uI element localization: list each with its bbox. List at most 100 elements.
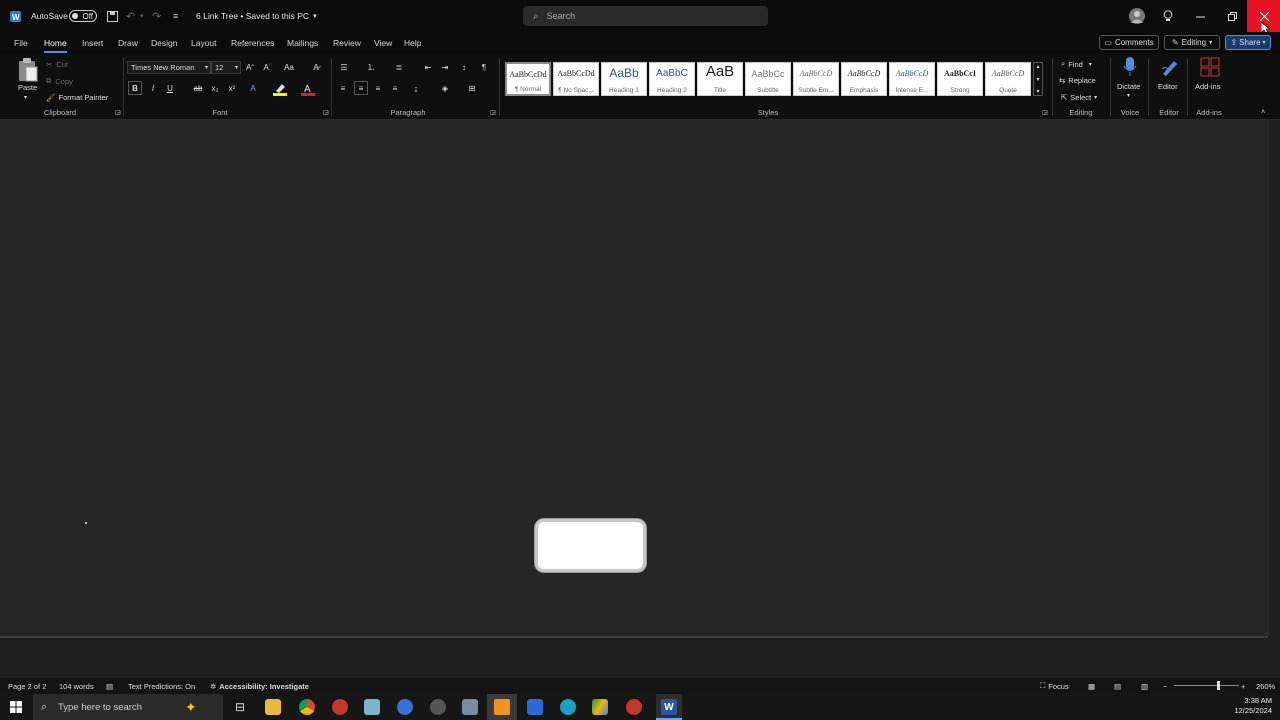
word-taskbar-button[interactable]: W bbox=[656, 694, 682, 720]
align-left-icon[interactable]: ≡ bbox=[336, 81, 350, 95]
grow-font-icon[interactable]: A ^ bbox=[243, 60, 257, 74]
windows-start-icon[interactable] bbox=[10, 701, 22, 713]
addins-button[interactable]: Add-ins bbox=[1195, 81, 1220, 91]
align-right-icon[interactable]: ≡ bbox=[371, 81, 385, 95]
show-formatting-icon[interactable]: ¶ bbox=[477, 60, 491, 74]
tab-review[interactable]: Review bbox=[333, 32, 361, 54]
taskbar-search[interactable]: ⌕ Type here to search ✦ bbox=[33, 694, 223, 720]
chrome-icon[interactable] bbox=[299, 699, 315, 715]
customize-toolbar-icon[interactable]: ≡ bbox=[173, 0, 178, 32]
paragraph-launcher-icon[interactable]: ◲ bbox=[486, 105, 500, 119]
bold-button[interactable]: B bbox=[128, 81, 142, 95]
font-size-select[interactable]: 12 ▾ bbox=[211, 61, 241, 74]
style-heading-1[interactable]: AaBb Heading 1 bbox=[601, 62, 647, 96]
app-icon-red-2[interactable] bbox=[626, 699, 642, 715]
bullets-icon[interactable]: ☰ bbox=[337, 60, 351, 74]
editor-pen-icon[interactable] bbox=[1160, 57, 1180, 77]
google-drive-icon[interactable] bbox=[592, 699, 608, 715]
web-layout-icon[interactable]: ▥ bbox=[1141, 678, 1148, 694]
avatar[interactable] bbox=[1129, 0, 1145, 32]
chevron-down-icon[interactable]: ▾ bbox=[24, 94, 27, 101]
search-box[interactable]: ⌕ Search bbox=[523, 6, 768, 26]
style-subtle-emphasis[interactable]: AaBbCcD Subtle Em... bbox=[793, 62, 839, 96]
style-title[interactable]: AaB Title bbox=[697, 62, 743, 96]
sort-icon[interactable]: ↕ bbox=[457, 60, 471, 74]
select-button[interactable]: ⇱ Select ▾ bbox=[1061, 91, 1097, 103]
restore-button[interactable] bbox=[1215, 0, 1249, 32]
print-layout-icon[interactable]: ▤ bbox=[1114, 678, 1121, 694]
subscript-button[interactable]: x₂ bbox=[208, 81, 222, 95]
taskbar-active-app[interactable] bbox=[487, 694, 517, 720]
align-center-icon[interactable]: ≡ bbox=[354, 81, 368, 95]
tab-layout[interactable]: Layout bbox=[191, 32, 217, 54]
copy-button[interactable]: ⧉ Copy bbox=[46, 76, 73, 86]
style-heading-2[interactable]: AaBbC Heading 2 bbox=[649, 62, 695, 96]
shading-icon[interactable]: ◈ bbox=[438, 81, 452, 95]
app-icon-blue[interactable] bbox=[397, 699, 413, 715]
borders-icon[interactable]: ⊞ bbox=[465, 81, 479, 95]
styles-launcher-icon[interactable]: ◲ bbox=[1038, 105, 1052, 119]
format-painter-button[interactable]: 🖌 Format Painter bbox=[46, 92, 108, 102]
task-view-icon[interactable]: ⊟ bbox=[232, 699, 248, 715]
find-button[interactable]: ⌕ Find ▾ bbox=[1061, 58, 1092, 70]
chevron-down-icon[interactable]: ▾ bbox=[1127, 92, 1130, 99]
increase-indent-icon[interactable]: ⇥ bbox=[438, 60, 452, 74]
replace-button[interactable]: ⇆ Replace bbox=[1059, 74, 1096, 86]
editor-button[interactable]: Editor bbox=[1158, 81, 1178, 91]
paste-button[interactable]: Paste bbox=[18, 82, 37, 92]
numbering-icon[interactable]: ⒈ bbox=[364, 60, 378, 74]
undo-icon[interactable]: ↶ bbox=[126, 0, 135, 32]
style-intense-emphasis[interactable]: AaBbCcD Intense E... bbox=[889, 62, 935, 96]
app-icon-compass[interactable] bbox=[430, 699, 446, 715]
paste-icon[interactable] bbox=[17, 58, 39, 82]
minimize-button[interactable] bbox=[1183, 0, 1217, 32]
zoom-out-button[interactable]: − bbox=[1163, 678, 1167, 694]
style-normal[interactable]: AaBbCcDd ¶ Normal bbox=[505, 62, 551, 96]
style-strong[interactable]: AaBbCcI Strong bbox=[937, 62, 983, 96]
style-subtitle[interactable]: AaBbCc Subtitle bbox=[745, 62, 791, 96]
tab-mailings[interactable]: Mailings bbox=[287, 32, 318, 54]
document-title[interactable]: 6 Link Tree • Saved to this PC ▾ bbox=[196, 0, 317, 32]
tab-help[interactable]: Help bbox=[404, 32, 421, 54]
addins-grid-icon[interactable] bbox=[1200, 57, 1220, 77]
style-emphasis[interactable]: AaBbCcD Emphasis bbox=[841, 62, 887, 96]
proofing-icon[interactable]: ▤ bbox=[106, 678, 113, 694]
file-explorer-icon[interactable] bbox=[265, 699, 281, 715]
microphone-icon[interactable] bbox=[1123, 57, 1137, 77]
undo-dropdown-icon[interactable]: ▾ bbox=[140, 0, 144, 32]
collapse-ribbon-icon[interactable]: ˄ bbox=[1256, 105, 1270, 119]
cut-button[interactable]: ✂ Cut bbox=[46, 59, 68, 69]
zoom-slider[interactable] bbox=[1174, 681, 1239, 690]
tab-references[interactable]: References bbox=[231, 32, 274, 54]
lightbulb-icon[interactable] bbox=[1163, 0, 1173, 32]
zoom-level[interactable]: 260% bbox=[1256, 678, 1275, 694]
app-icon-red[interactable] bbox=[332, 699, 348, 715]
multilevel-list-icon[interactable]: ≣ bbox=[392, 60, 406, 74]
font-color-icon[interactable]: A bbox=[301, 82, 315, 96]
text-predictions[interactable]: Text Predictions: On bbox=[128, 678, 195, 694]
superscript-button[interactable]: x² bbox=[225, 81, 239, 95]
editing-mode-button[interactable]: ✎ Editing ▾ bbox=[1164, 35, 1220, 50]
highlight-color-icon[interactable] bbox=[273, 82, 287, 96]
shrink-font-icon[interactable]: Aˇ bbox=[260, 60, 274, 74]
justify-icon[interactable]: ≡ bbox=[388, 81, 402, 95]
accessibility-status[interactable]: ✲ Accessibility: Investigate bbox=[210, 678, 309, 694]
clear-formatting-icon[interactable]: A̷ bbox=[309, 60, 323, 74]
style-no-spacing[interactable]: AaBbCcDd ¶ No Spac... bbox=[553, 62, 599, 96]
comments-button[interactable]: ▭ Comments bbox=[1099, 35, 1159, 50]
read-mode-icon[interactable]: ▦ bbox=[1088, 678, 1095, 694]
blank-dialog-box[interactable] bbox=[535, 519, 646, 572]
decrease-indent-icon[interactable]: ⇤ bbox=[421, 60, 435, 74]
zoom-in-button[interactable]: + bbox=[1241, 678, 1245, 694]
styles-scroll[interactable]: ▴ ▾ ▾ bbox=[1033, 62, 1043, 96]
app-icon-gray[interactable] bbox=[462, 699, 478, 715]
tab-draw[interactable]: Draw bbox=[118, 32, 138, 54]
italic-button[interactable]: I bbox=[146, 81, 160, 95]
tab-home[interactable]: Home bbox=[44, 32, 67, 54]
zoom-slider-thumb[interactable] bbox=[1217, 681, 1220, 690]
font-family-select[interactable]: Times New Roman ▾ bbox=[127, 61, 211, 74]
style-quote[interactable]: AaBbCcD Quote bbox=[985, 62, 1031, 96]
text-effects-icon[interactable]: A bbox=[246, 81, 260, 95]
strikethrough-button[interactable]: ab bbox=[191, 81, 205, 95]
tab-design[interactable]: Design bbox=[151, 32, 177, 54]
